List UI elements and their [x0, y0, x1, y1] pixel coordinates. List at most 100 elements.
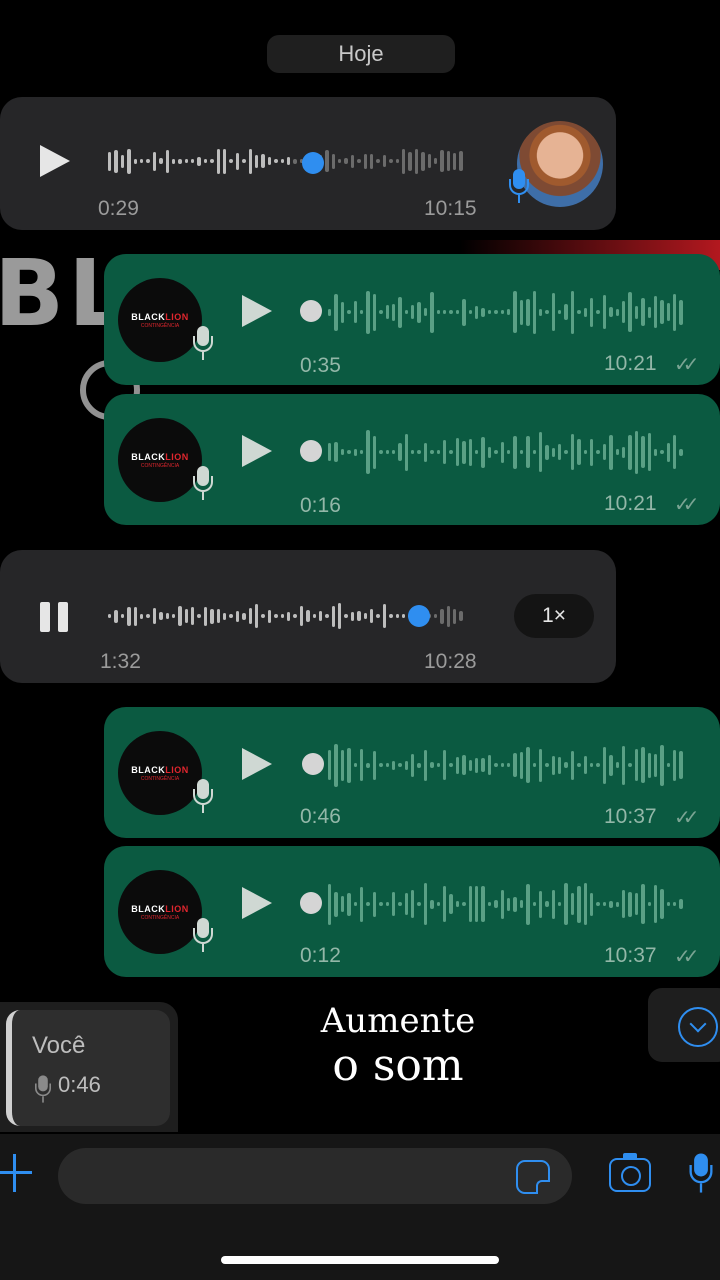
- waveform-bar: [274, 614, 278, 618]
- waveform-bar: [474, 886, 479, 922]
- mic-icon: [192, 466, 214, 500]
- waveform-bar: [545, 444, 549, 460]
- waveform-bar: [583, 883, 588, 925]
- waveform-bar: [513, 435, 517, 469]
- waveform-bar: [653, 753, 658, 777]
- logo-subtext: CONTINGÊNCIA: [140, 462, 180, 469]
- waveform-bar: [577, 310, 581, 314]
- voice-message-incoming[interactable]: 1× 1:32 10:28: [0, 550, 616, 683]
- playback-scrubber[interactable]: [300, 300, 322, 322]
- waveform-bar: [545, 310, 549, 314]
- waveform[interactable]: [328, 878, 690, 930]
- logo-subtext: CONTINGÊNCIA: [140, 914, 180, 921]
- scroll-down-button[interactable]: [648, 988, 720, 1062]
- waveform-bar: [398, 763, 402, 767]
- waveform-bar: [120, 154, 125, 168]
- waveform-bar: [159, 158, 163, 164]
- waveform-bar: [430, 762, 434, 768]
- waveform-bar: [423, 308, 428, 316]
- waveform-bar: [641, 884, 645, 924]
- waveform-bar: [417, 301, 421, 323]
- waveform-bar: [506, 763, 511, 767]
- waveform[interactable]: [328, 426, 690, 478]
- play-button[interactable]: [242, 435, 272, 467]
- waveform-bar: [359, 886, 364, 922]
- waveform-bar: [133, 158, 137, 164]
- waveform-bar: [621, 301, 626, 323]
- waveform-bar: [545, 763, 549, 767]
- waveform-bar: [653, 885, 658, 923]
- waveform-bar: [430, 291, 434, 333]
- waveform-bar: [647, 902, 651, 906]
- waveform-bar: [526, 436, 530, 468]
- waveform-bar: [577, 763, 581, 767]
- waveform-bar: [590, 297, 594, 327]
- waveform-bar: [391, 450, 396, 454]
- play-button[interactable]: [242, 748, 272, 780]
- waveform-bar: [293, 614, 297, 618]
- reply-card[interactable]: [6, 1010, 170, 1126]
- voice-duration: 1:32: [100, 650, 141, 673]
- plus-icon[interactable]: [0, 1154, 34, 1192]
- voice-message-outgoing[interactable]: BLACKLION CONTINGÊNCIA 0:16 10:21 ✓✓: [104, 394, 720, 525]
- playback-scrubber[interactable]: [302, 152, 324, 174]
- waveform-bar: [538, 748, 543, 782]
- waveform-bar: [379, 902, 383, 906]
- reply-preview[interactable]: Você 0:46: [0, 1002, 178, 1132]
- playback-scrubber[interactable]: [300, 892, 322, 914]
- voice-message-outgoing[interactable]: BLACKLION CONTINGÊNCIA 0:12 10:37 ✓✓: [104, 846, 720, 977]
- sticker-icon[interactable]: [516, 1160, 550, 1194]
- waveform-bar: [538, 890, 543, 918]
- play-button[interactable]: [40, 145, 70, 177]
- waveform-bar: [660, 889, 664, 919]
- voice-message-outgoing[interactable]: BLACKLION CONTINGÊNCIA 0:46 10:37 ✓✓: [104, 707, 720, 838]
- waveform-bar: [558, 310, 562, 314]
- waveform-bar: [468, 886, 472, 922]
- waveform-bar: [391, 303, 396, 321]
- playback-scrubber[interactable]: [302, 753, 324, 775]
- waveform-bar: [526, 747, 530, 783]
- play-button[interactable]: [242, 887, 272, 919]
- waveform-bar: [229, 614, 233, 618]
- waveform-bar: [468, 310, 472, 314]
- voice-message-incoming[interactable]: 0:29 10:15: [0, 97, 616, 230]
- waveform-bar: [197, 156, 201, 166]
- waveform-bar: [513, 753, 517, 777]
- waveform[interactable]: [328, 739, 690, 791]
- message-input[interactable]: [58, 1148, 572, 1204]
- voice-message-outgoing[interactable]: BLACKLION CONTINGÊNCIA 0:35 10:21 ✓✓: [104, 254, 720, 385]
- waveform-bar: [139, 159, 144, 163]
- waveform-bar: [673, 293, 677, 331]
- playback-speed-button[interactable]: 1×: [514, 594, 594, 638]
- waveform-bar: [538, 308, 543, 316]
- camera-icon[interactable]: [609, 1153, 651, 1192]
- waveform-bar: [242, 612, 246, 620]
- waveform-bar: [564, 883, 568, 925]
- waveform-bar: [171, 614, 176, 618]
- mic-icon[interactable]: [688, 1153, 713, 1193]
- waveform-bar: [242, 159, 246, 163]
- waveform[interactable]: [108, 135, 480, 187]
- waveform-bar: [602, 444, 607, 460]
- waveform-bar: [570, 750, 575, 780]
- waveform-bar: [634, 749, 639, 781]
- logo-red-text: LION: [165, 903, 189, 914]
- waveform-bar: [254, 604, 259, 628]
- waveform-bar: [395, 159, 399, 163]
- waveform-bar: [455, 756, 460, 774]
- waveform-bar: [462, 440, 466, 464]
- waveform-bar: [203, 606, 208, 626]
- waveform-bar: [577, 439, 581, 465]
- playback-scrubber[interactable]: [300, 440, 322, 462]
- waveform-bar: [430, 899, 434, 909]
- waveform-bar: [376, 159, 380, 163]
- waveform-bar: [353, 301, 357, 323]
- waveform-bar: [411, 305, 415, 319]
- pause-button[interactable]: [40, 602, 72, 632]
- waveform-bar: [379, 763, 383, 767]
- playback-scrubber[interactable]: [408, 605, 430, 627]
- play-button[interactable]: [242, 295, 272, 327]
- waveform-bar: [564, 304, 568, 320]
- waveform[interactable]: [328, 286, 690, 338]
- waveform-bar: [468, 438, 472, 466]
